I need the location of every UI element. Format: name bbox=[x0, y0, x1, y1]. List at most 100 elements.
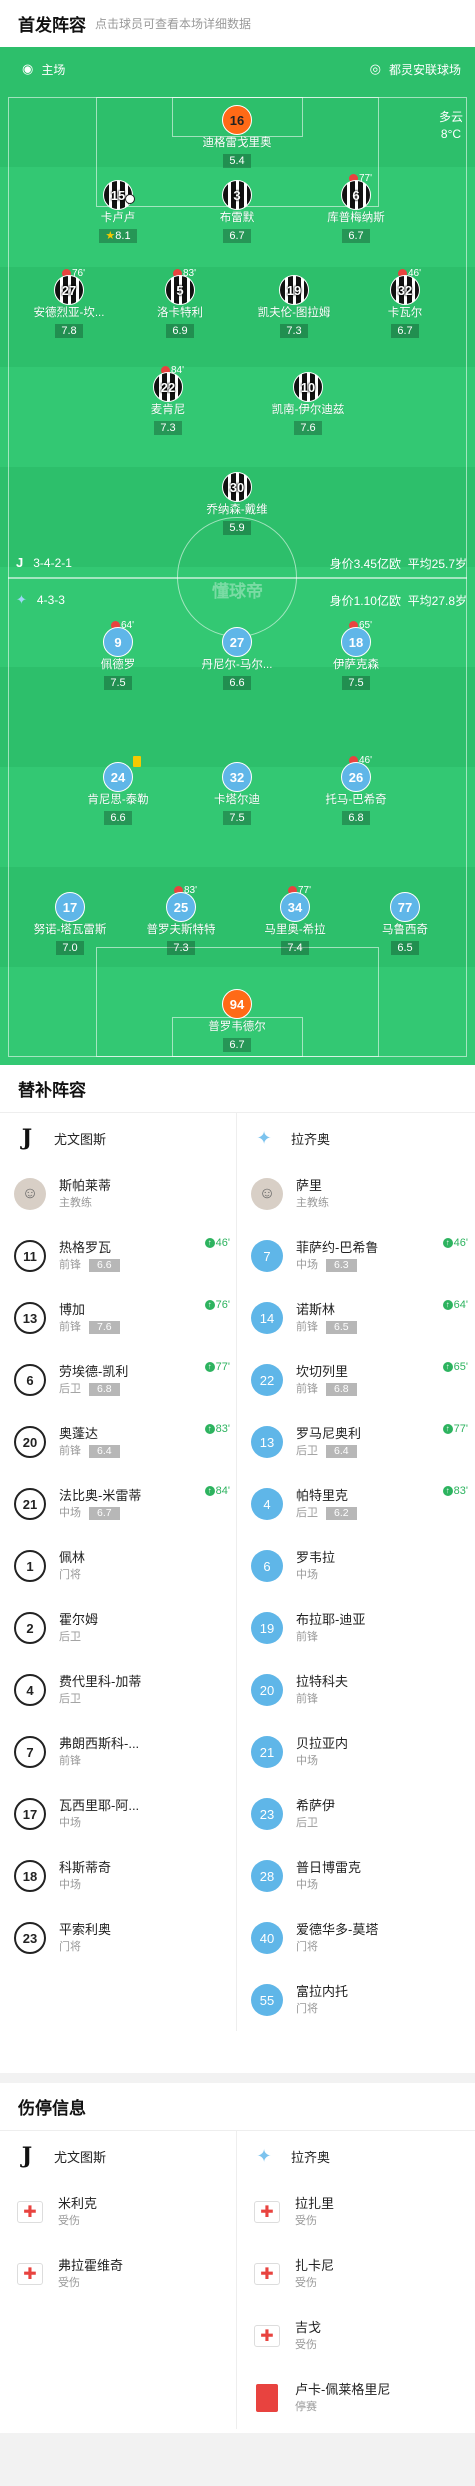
pitch-player[interactable]: 77' 6 库普梅纳斯 6.7 bbox=[301, 173, 411, 244]
pitch-player[interactable]: 27 丹尼尔-马尔... 6.6 bbox=[182, 627, 292, 691]
event-time: 64' bbox=[453, 1299, 468, 1311]
sub-player-row[interactable]: 4 费代里科-加蒂 后卫 bbox=[0, 1659, 236, 1721]
sub-player-row[interactable]: 23 平索利奥 门将 bbox=[0, 1907, 236, 1969]
temperature: 8°C bbox=[440, 127, 462, 141]
pitch-player[interactable]: 64' 9 佩德罗 7.5 bbox=[63, 620, 173, 691]
lazio-team-header[interactable]: ✦ 拉齐奥 bbox=[237, 1113, 474, 1163]
sub-player-row[interactable]: 11 热格罗瓦 前锋 6.6 ↑ 46' bbox=[0, 1225, 236, 1287]
injury-row[interactable]: ✚ 米利克 受伤 bbox=[0, 2181, 236, 2243]
player-name: 爱德华多-莫塔 bbox=[296, 1922, 379, 1937]
injury-row[interactable]: ✚ 弗拉霍维奇 受伤 bbox=[0, 2243, 236, 2305]
pitch-player[interactable]: 15 卡卢卢 ★8.1 bbox=[63, 180, 173, 244]
player-number-avatar: 21 bbox=[14, 1488, 46, 1520]
player-number-avatar: 13 bbox=[14, 1302, 46, 1334]
team-name: 尤文图斯 bbox=[54, 2149, 107, 2165]
player-meta: 前锋 7.6 bbox=[59, 1319, 120, 1335]
sub-player-row[interactable]: 6 罗韦拉 中场 bbox=[237, 1535, 474, 1597]
sub-player-row[interactable]: 13 罗马尼奥利 后卫 6.4 ↑ 77' bbox=[237, 1411, 474, 1473]
pitch-player[interactable]: 65' 18 伊萨克森 7.5 bbox=[301, 620, 411, 691]
pitch-player[interactable]: 10 凯南-伊尔迪兹 7.6 bbox=[253, 372, 363, 436]
lazio-team-header[interactable]: ✦ 拉齐奥 bbox=[237, 2131, 474, 2181]
player-rating: 6.5 bbox=[391, 941, 419, 955]
juve-age-text: 平均25.7岁 bbox=[407, 557, 467, 571]
jersey: 3 bbox=[222, 180, 252, 210]
sub-player-row[interactable]: 17 瓦西里耶-阿... 中场 bbox=[0, 1783, 236, 1845]
sub-player-row[interactable]: 20 奥蓬达 前锋 6.4 ↑ 83' bbox=[0, 1411, 236, 1473]
player-name: 帕特里克 bbox=[296, 1488, 349, 1503]
medical-kit-icon: ✚ bbox=[17, 2201, 43, 2223]
pitch-player[interactable]: 77' 34 马里奥-希拉 7.4 bbox=[240, 885, 350, 956]
juve-team-header[interactable]: J 尤文图斯 bbox=[0, 1113, 236, 1163]
jersey: 27 bbox=[222, 627, 252, 657]
player-meta: 中场 bbox=[59, 1877, 111, 1893]
sub-on-icon: ↑ bbox=[204, 1238, 215, 1249]
injury-row[interactable]: ✚ 拉扎里 受伤 bbox=[237, 2181, 474, 2243]
sub-player-row[interactable]: 2 霍尔姆 后卫 bbox=[0, 1597, 236, 1659]
player-number-avatar: 17 bbox=[14, 1798, 46, 1830]
juve-team-header[interactable]: J 尤文图斯 bbox=[0, 2131, 236, 2181]
sub-player-row[interactable]: 20 拉特科夫 前锋 bbox=[237, 1659, 474, 1721]
pitch-player[interactable]: 16 迪格雷戈里奥 5.4 bbox=[182, 105, 292, 169]
pitch-player[interactable]: 17 努诺-塔瓦雷斯 7.0 bbox=[15, 892, 125, 956]
pitch-player[interactable]: 84' 22 麦肯尼 7.3 bbox=[113, 365, 223, 436]
coach-row[interactable]: ☺ 萨里 主教练 bbox=[237, 1163, 474, 1225]
player-name: 卢卡-佩莱格里尼 bbox=[295, 2382, 391, 2397]
pitch-player[interactable]: 24 肯尼思-泰勒 6.6 bbox=[63, 756, 173, 826]
pitch-player[interactable]: 3 布雷默 6.7 bbox=[182, 180, 292, 244]
sub-player-row[interactable]: 22 坎切列里 前锋 6.8 ↑ 65' bbox=[237, 1349, 474, 1411]
sub-player-row[interactable]: 19 布拉耶-迪亚 前锋 bbox=[237, 1597, 474, 1659]
sub-player-row[interactable]: 28 普日博雷克 中场 bbox=[237, 1845, 474, 1907]
player-rating: 6.7 bbox=[342, 229, 370, 243]
sub-player-row[interactable]: 23 希萨伊 后卫 bbox=[237, 1783, 474, 1845]
player-name: 麦肯尼 bbox=[150, 404, 186, 416]
pitch-player[interactable]: 76' 27 安德烈亚-坎... 7.8 bbox=[14, 268, 124, 339]
sub-player-row[interactable]: 14 诺斯林 前锋 6.5 ↑ 64' bbox=[237, 1287, 474, 1349]
jersey: 6 bbox=[341, 180, 371, 210]
pitch-player[interactable]: 46' 32 卡瓦尔 6.7 bbox=[350, 268, 460, 339]
event-time: 77' bbox=[215, 1361, 230, 1373]
player-name: 菲萨约-巴希鲁 bbox=[296, 1240, 379, 1255]
sub-player-row[interactable]: 18 科斯蒂奇 中场 bbox=[0, 1845, 236, 1907]
sub-player-row[interactable]: 55 富拉内托 门将 bbox=[237, 1969, 474, 2031]
medical-kit-icon: ✚ bbox=[254, 2325, 280, 2347]
sub-player-row[interactable]: 7 弗朗西斯科-... 前锋 bbox=[0, 1721, 236, 1783]
player-rating: 6.9 bbox=[166, 324, 194, 338]
pitch-player[interactable]: 32 卡塔尔迪 7.5 bbox=[182, 762, 292, 826]
home-label: 主场 bbox=[41, 62, 66, 77]
coach-row[interactable]: ☺ 斯帕莱蒂 主教练 bbox=[0, 1163, 236, 1225]
injury-row[interactable]: ✚ 扎卡尼 受伤 bbox=[237, 2243, 474, 2305]
player-name: 卡瓦尔 bbox=[387, 307, 423, 319]
pitch-player[interactable]: 83' 25 普罗夫斯特特 7.3 bbox=[126, 885, 236, 956]
injury-row[interactable]: ✚ 吉戈 受伤 bbox=[237, 2305, 474, 2367]
player-name: 佩德罗 bbox=[100, 659, 136, 671]
pitch-player[interactable]: 46' 26 托马-巴希奇 6.8 bbox=[301, 755, 411, 826]
player-name: 普罗韦德尔 bbox=[208, 1021, 266, 1033]
weather-text: 多云 bbox=[438, 110, 463, 124]
sub-player-row[interactable]: 7 菲萨约-巴希鲁 中场 6.3 ↑ 46' bbox=[237, 1225, 474, 1287]
sub-player-row[interactable]: 6 劳埃德-凯利 后卫 6.8 ↑ 77' bbox=[0, 1349, 236, 1411]
sub-player-row[interactable]: 21 法比奥-米雷蒂 中场 6.7 ↑ 84' bbox=[0, 1473, 236, 1535]
sub-player-row[interactable]: 40 爱德华多-莫塔 门将 bbox=[237, 1907, 474, 1969]
player-name: 弗朗西斯科-... bbox=[59, 1736, 140, 1751]
sub-player-row[interactable]: 4 帕特里克 后卫 6.2 ↑ 83' bbox=[237, 1473, 474, 1535]
lazio-subs-column: ✦ 拉齐奥 ☺ 萨里 主教练 7 菲萨约-巴希鲁 中场 6.3 ↑ 46' 14 诺斯林 前锋 6.5 ↑… bbox=[237, 1113, 474, 2031]
injury-row[interactable]: 卢卡-佩莱格里尼 停赛 bbox=[237, 2367, 474, 2429]
player-position: 后卫 bbox=[296, 1817, 318, 1829]
sub-player-row[interactable]: 1 佩林 门将 bbox=[0, 1535, 236, 1597]
player-rating: 6.7 bbox=[223, 229, 251, 243]
pitch: ◉ 主场 ◎ 都灵安联球场 多云 8°C 懂球帝 J 3-4-2-1 身价3.45亿欧… bbox=[0, 47, 475, 1065]
player-name: 罗马尼奥利 bbox=[296, 1426, 362, 1441]
sub-player-row[interactable]: 21 贝拉亚内 中场 bbox=[237, 1721, 474, 1783]
jersey: 19 bbox=[279, 275, 309, 305]
player-number-avatar: 23 bbox=[14, 1922, 46, 1954]
player-name: 平索利奥 bbox=[59, 1922, 112, 1937]
pitch-player[interactable]: 19 凯夫伦-图拉姆 7.3 bbox=[239, 275, 349, 339]
player-position: 中场 bbox=[59, 1879, 81, 1891]
pitch-player[interactable]: 94 普罗韦德尔 6.7 bbox=[182, 989, 292, 1053]
pitch-player[interactable]: 83' 5 洛卡特利 6.9 bbox=[125, 268, 235, 339]
pitch-player[interactable]: 77 马鲁西奇 6.5 bbox=[350, 892, 460, 956]
pitch-player[interactable]: 30 乔纳森-戴维 5.9 bbox=[182, 472, 292, 536]
injury-status: 受伤 bbox=[58, 2277, 80, 2289]
sub-player-row[interactable]: 13 博加 前锋 7.6 ↑ 76' bbox=[0, 1287, 236, 1349]
jersey: 94 bbox=[222, 989, 252, 1019]
